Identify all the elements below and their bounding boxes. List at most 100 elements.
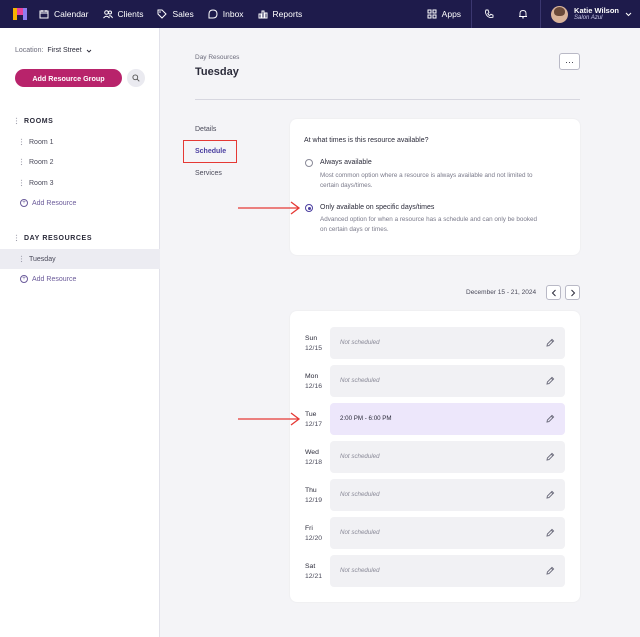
day-date: 12/21 xyxy=(305,573,323,580)
sidebar-item-room-1[interactable]: Room 1 xyxy=(20,138,54,146)
add-resource-label: Add Resource xyxy=(32,199,77,207)
pencil-icon[interactable] xyxy=(546,566,555,575)
drag-handle-icon[interactable] xyxy=(20,158,23,166)
breadcrumb[interactable]: Day Resources xyxy=(195,54,239,61)
nav-calendar-label: Calendar xyxy=(54,9,89,19)
annotation-highlight-box xyxy=(183,140,237,163)
schedule-slot[interactable]: Not scheduled xyxy=(330,441,565,473)
pencil-icon[interactable] xyxy=(546,528,555,537)
day-label: Thu 12/19 xyxy=(305,486,322,506)
schedule-slot[interactable]: Not scheduled xyxy=(330,327,565,359)
pencil-icon[interactable] xyxy=(546,414,555,423)
always-available-desc: Most common option where a resource is a… xyxy=(320,172,533,189)
drag-handle-icon[interactable] xyxy=(20,255,23,263)
specific-times-title[interactable]: Only available on specific days/times xyxy=(320,204,434,211)
day-name: Mon xyxy=(305,373,319,380)
pencil-icon[interactable] xyxy=(546,490,555,499)
day-label: Sun 12/15 xyxy=(305,334,322,354)
schedule-slot[interactable]: Not scheduled xyxy=(330,517,565,549)
slot-text: Not scheduled xyxy=(340,339,380,346)
day-name: Thu xyxy=(305,487,317,494)
add-room-resource-link[interactable]: + Add Resource xyxy=(20,199,76,207)
nav-calendar[interactable]: Calendar xyxy=(39,9,89,19)
more-options-label: ··· xyxy=(565,56,574,67)
tag-icon xyxy=(157,9,168,19)
day-name: Fri xyxy=(305,525,313,532)
day-label: Fri 12/20 xyxy=(305,524,322,544)
slot-text: Not scheduled xyxy=(340,453,380,460)
day-name: Sun xyxy=(305,335,318,342)
pencil-icon[interactable] xyxy=(546,452,555,461)
sidebar-item-label: Room 3 xyxy=(29,179,54,187)
pencil-icon[interactable] xyxy=(546,376,555,385)
sidebar-item-room-3[interactable]: Room 3 xyxy=(20,179,54,187)
day-date: 12/18 xyxy=(305,459,323,466)
day-resources-section-title[interactable]: DAY RESOURCES xyxy=(15,234,92,242)
schedule-slot[interactable]: Not scheduled xyxy=(330,365,565,397)
schedule-slot[interactable]: Not scheduled xyxy=(330,555,565,587)
user-salon: Salon Azul xyxy=(574,15,603,22)
sidebar-item-tuesday[interactable]: Tuesday xyxy=(20,255,56,263)
nav-clients[interactable]: Clients xyxy=(102,9,144,19)
location-label: Location: xyxy=(15,47,44,54)
drag-handle-icon[interactable] xyxy=(15,117,18,125)
apps-button[interactable]: Apps xyxy=(417,9,471,19)
nav-inbox-label: Inbox xyxy=(222,9,244,19)
day-date: 12/20 xyxy=(305,535,323,542)
drag-handle-icon[interactable] xyxy=(20,138,23,146)
day-date: 12/16 xyxy=(305,383,323,390)
slot-text: 2:00 PM - 6:00 PM xyxy=(340,415,392,422)
rooms-section-title[interactable]: ROOMS xyxy=(15,117,53,125)
slot-text: Not scheduled xyxy=(340,529,380,536)
sidebar-item-room-2[interactable]: Room 2 xyxy=(20,158,54,166)
header-divider xyxy=(195,99,580,100)
grid-icon xyxy=(427,9,437,19)
schedule-slot[interactable]: Not scheduled xyxy=(330,479,565,511)
specific-times-radio[interactable] xyxy=(305,204,313,212)
always-available-title[interactable]: Always available xyxy=(320,159,372,166)
pencil-icon[interactable] xyxy=(546,338,555,347)
bar-chart-icon xyxy=(258,10,268,19)
next-week-button[interactable] xyxy=(565,285,580,300)
annotation-arrow-icon xyxy=(238,201,301,215)
drag-handle-icon[interactable] xyxy=(15,234,18,242)
slot-text: Not scheduled xyxy=(340,491,380,498)
more-options-button[interactable]: ··· xyxy=(559,53,580,70)
sidebar-item-label: Room 2 xyxy=(29,158,54,166)
user-info: Katie Wilson Salon Azul xyxy=(574,6,619,22)
day-label: Mon 12/16 xyxy=(305,372,322,392)
nav-reports[interactable]: Reports xyxy=(258,9,302,19)
phone-button[interactable] xyxy=(472,0,506,28)
tab-services[interactable]: Services xyxy=(195,170,222,177)
app-logo-icon[interactable] xyxy=(13,8,27,20)
bell-icon xyxy=(519,10,528,19)
day-label: Wed 12/18 xyxy=(305,448,322,468)
page-title: Tuesday xyxy=(195,66,239,78)
nav-inbox[interactable]: Inbox xyxy=(208,9,244,19)
chevron-down-icon xyxy=(625,12,632,16)
schedule-slot[interactable]: 2:00 PM - 6:00 PM xyxy=(330,403,565,435)
drag-handle-icon[interactable] xyxy=(20,179,23,187)
nav-sales[interactable]: Sales xyxy=(157,9,194,19)
add-day-resource-link[interactable]: + Add Resource xyxy=(20,275,76,283)
apps-label: Apps xyxy=(441,9,462,19)
day-name: Sat xyxy=(305,563,316,570)
nav-right-group: Apps Katie Wilson Salon Azul xyxy=(417,0,640,28)
day-label: Tue 12/17 xyxy=(305,410,322,430)
plus-circle-icon: + xyxy=(20,199,28,207)
prev-week-button[interactable] xyxy=(546,285,561,300)
user-menu[interactable]: Katie Wilson Salon Azul xyxy=(541,5,640,23)
chevron-down-icon xyxy=(86,49,91,53)
slot-text: Not scheduled xyxy=(340,377,380,384)
nav-clients-label: Clients xyxy=(117,9,144,19)
add-resource-group-button[interactable]: Add Resource Group xyxy=(15,69,122,87)
location-selector[interactable]: Location: First Street xyxy=(15,47,92,54)
slot-text: Not scheduled xyxy=(340,567,380,574)
search-button[interactable] xyxy=(127,69,145,87)
location-value: First Street xyxy=(47,47,82,54)
always-available-radio[interactable] xyxy=(305,159,313,167)
notifications-button[interactable] xyxy=(506,0,540,28)
sidebar-item-label: Room 1 xyxy=(29,138,54,146)
tab-details[interactable]: Details xyxy=(195,126,216,133)
day-date: 12/19 xyxy=(305,497,323,504)
